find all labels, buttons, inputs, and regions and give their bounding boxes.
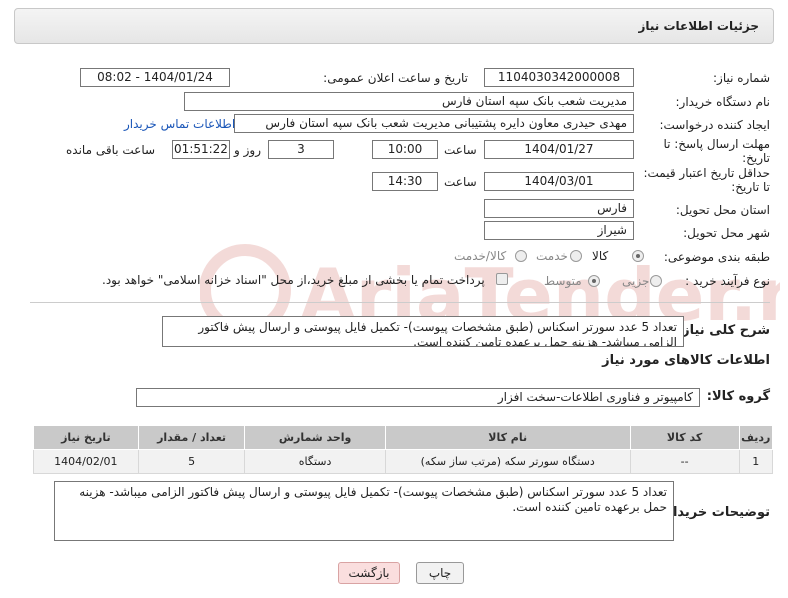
price-time-field: 14:30 (372, 172, 438, 191)
goods-group-field: کامپیوتر و فناوری اطلاعات-سخت افزار (136, 388, 700, 407)
category-goods-radio[interactable] (632, 250, 644, 262)
announce-label: تاریخ و ساعت اعلان عمومی: (323, 71, 468, 85)
category-both-radio[interactable] (515, 250, 527, 262)
price-date-field: 1404/03/01 (484, 172, 634, 191)
process-partial-radio[interactable] (650, 275, 662, 287)
days-field: 3 (268, 140, 334, 159)
process-medium-label: متوسط (544, 274, 582, 288)
category-both-label: کالا/خدمت (454, 249, 507, 263)
buyer-org-field: مدیریت شعب بانک سپه استان فارس (184, 92, 634, 111)
process-partial-label: جزیی (622, 274, 650, 288)
reply-deadline-label: مهلت ارسال پاسخ: تا تاریخ: (663, 137, 770, 165)
col-qty: تعداد / مقدار (137, 425, 246, 450)
separator-line (30, 302, 770, 303)
category-goods-label: کالا (592, 249, 609, 263)
col-unit: واحد شمارش (244, 425, 386, 450)
col-row: ردیف (738, 425, 774, 450)
remaining-label: ساعت باقی مانده (66, 143, 156, 157)
province-label: استان محل تحویل: (675, 203, 770, 217)
cell-code: -- (629, 449, 740, 474)
price-time-label: ساعت (444, 175, 477, 189)
print-button[interactable]: چاپ (416, 562, 464, 584)
requester-field: مهدی حیدری معاون دایره پشتیبانی مدیریت ش… (234, 114, 634, 133)
back-button[interactable]: بازگشت (338, 562, 400, 584)
reply-time-label: ساعت (444, 143, 477, 157)
category-service-label: خدمت (536, 249, 568, 263)
process-label: نوع فرآیند خرید : (685, 274, 770, 288)
cell-date: 1404/02/01 (33, 449, 139, 474)
col-name: نام کالا (384, 425, 631, 450)
buyer-org-label: نام دستگاه خریدار: (675, 95, 771, 109)
description-textarea[interactable]: تعداد 5 عدد سورتر اسکناس (طبق مشخصات پیو… (162, 316, 684, 347)
category-label: طبقه بندی موضوعی: (663, 250, 770, 264)
price-deadline-label: حداقل تاریخ اعتبار قیمت: تا تاریخ: (643, 166, 770, 194)
reply-time-field: 10:00 (372, 140, 438, 159)
items-table: ردیف کد کالا نام کالا واحد شمارش تعداد /… (33, 425, 774, 474)
description-label: شرح کلی نیاز: (676, 323, 770, 338)
need-number-label: شماره نیاز: (713, 71, 770, 85)
cell-qty: 5 (137, 449, 246, 474)
table-row: 1 -- دستگاه سورتر سکه (مرتب ساز سکه) دست… (33, 449, 774, 474)
treasury-payment-note: پرداخت تمام یا بخشی از مبلغ خرید،از محل … (102, 273, 485, 287)
city-field: شیراز (484, 221, 634, 240)
col-code: کد کالا (629, 425, 740, 450)
remaining-time-field: 01:51:22 (172, 140, 230, 159)
buyer-contact-link[interactable]: اطلاعات تماس خریدار (124, 117, 235, 131)
category-service-radio[interactable] (570, 250, 582, 262)
announce-field: 1404/01/24 - 08:02 (80, 68, 230, 87)
buyer-notes-label: توضیحات خریدار: (660, 505, 770, 520)
cell-name: دستگاه سورتر سکه (مرتب ساز سکه) (384, 449, 631, 474)
panel-header: جزئیات اطلاعات نیاز (14, 8, 774, 44)
panel-title: جزئیات اطلاعات نیاز (638, 19, 759, 33)
cell-unit: دستگاه (244, 449, 386, 474)
treasury-payment-checkbox[interactable] (496, 273, 508, 285)
col-date: تاریخ نیاز (33, 425, 139, 450)
reply-date-field: 1404/01/27 (484, 140, 634, 159)
cell-row: 1 (738, 449, 774, 474)
process-medium-radio[interactable] (588, 275, 600, 287)
days-label: روز و (234, 143, 261, 157)
city-label: شهر محل تحویل: (683, 226, 770, 240)
buyer-notes-textarea[interactable]: تعداد 5 عدد سورتر اسکناس (طبق مشخصات پیو… (54, 481, 674, 541)
requester-label: ایجاد کننده درخواست: (659, 118, 770, 132)
need-number-field: 1104030342000008 (484, 68, 634, 87)
goods-section-title: اطلاعات کالاهای مورد نیاز (602, 353, 770, 368)
province-field: فارس (484, 199, 634, 218)
goods-group-label: گروه کالا: (706, 389, 770, 404)
